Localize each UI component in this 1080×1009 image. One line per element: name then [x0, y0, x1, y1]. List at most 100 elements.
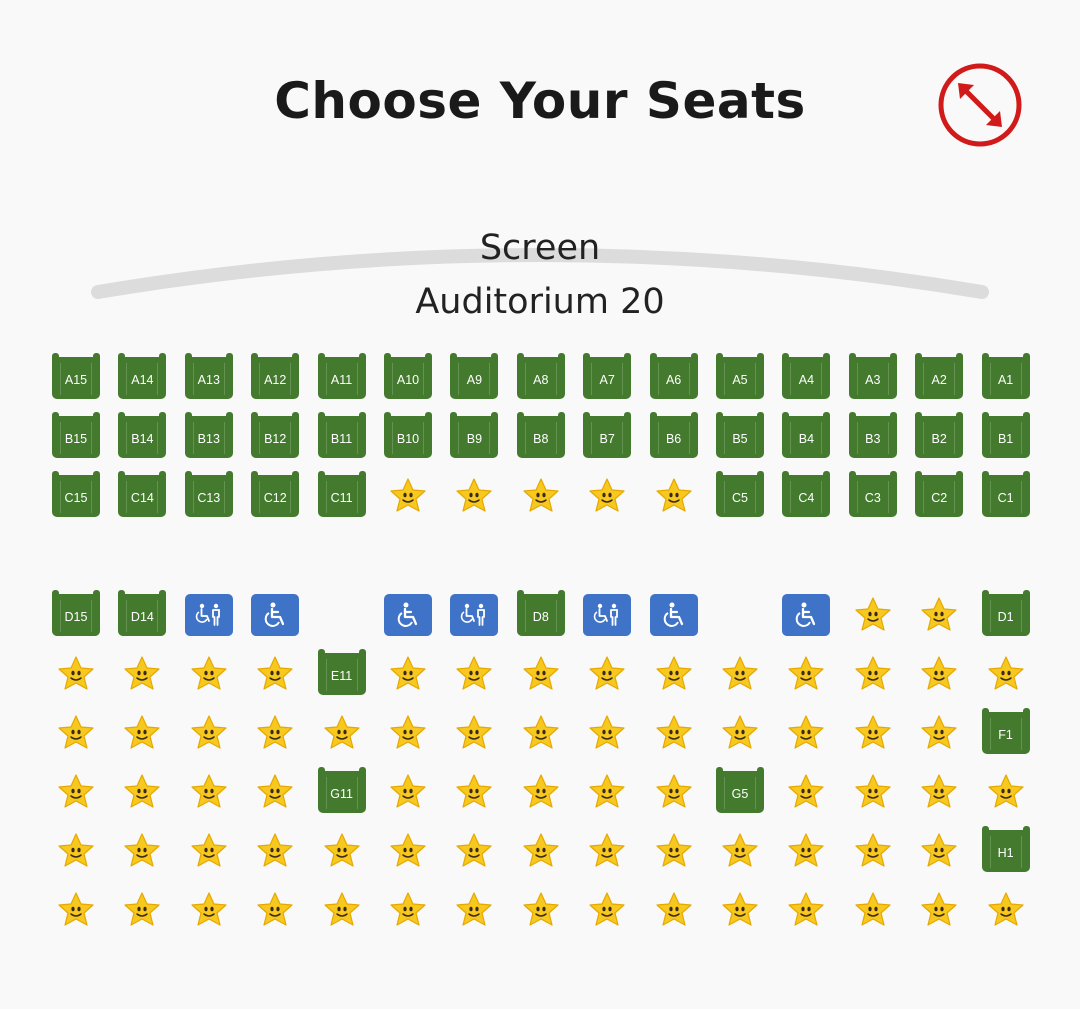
seat-available[interactable]: A1 [981, 353, 1030, 399]
star-face-icon [384, 830, 432, 872]
star-face-icon [118, 771, 166, 813]
companion-seat-icon[interactable] [583, 594, 632, 636]
seat-label: A12 [264, 373, 287, 387]
wheelchair-icon[interactable] [649, 594, 698, 636]
seat-label: D14 [130, 610, 154, 624]
seat-available[interactable]: B2 [915, 412, 964, 458]
star-face-icon [251, 712, 299, 754]
seat-available[interactable]: B6 [649, 412, 698, 458]
wheelchair-icon[interactable] [251, 594, 300, 636]
seat-available[interactable]: F1 [981, 708, 1030, 754]
seat-available[interactable]: C14 [118, 471, 167, 517]
seat-label: B8 [533, 432, 549, 446]
seat-available[interactable]: B3 [848, 412, 897, 458]
seat-available[interactable]: C15 [52, 471, 100, 517]
star-face-icon [583, 712, 631, 754]
seat-available[interactable]: C2 [915, 471, 964, 517]
star-face-icon [517, 653, 565, 695]
star-face-icon [118, 889, 166, 931]
star-face-icon [583, 830, 631, 872]
seat-available[interactable]: C12 [251, 471, 300, 517]
seat-available[interactable]: A4 [782, 353, 831, 399]
seat-available[interactable]: G11 [317, 767, 366, 813]
star-face-icon [384, 712, 432, 754]
star-face-icon [185, 653, 233, 695]
seat-available[interactable]: A12 [251, 353, 300, 399]
star-face-icon [185, 771, 233, 813]
wheelchair-icon[interactable] [782, 594, 831, 636]
seat-label: G5 [731, 787, 749, 801]
seat-available[interactable]: B13 [184, 412, 233, 458]
star-face-icon [650, 712, 698, 754]
seat-available[interactable]: B9 [450, 412, 499, 458]
star-face-icon [517, 830, 565, 872]
seat-available[interactable]: D8 [516, 590, 565, 636]
star-face-icon [517, 712, 565, 754]
seat-available[interactable]: A3 [848, 353, 897, 399]
seat-available[interactable]: A9 [450, 353, 499, 399]
seat-available[interactable]: A7 [583, 353, 632, 399]
seat-available[interactable]: A2 [915, 353, 964, 399]
seat-available[interactable]: B5 [716, 412, 764, 458]
seat-available[interactable]: A15 [52, 353, 100, 399]
star-face-icon [982, 653, 1030, 695]
star-face-icon [650, 830, 698, 872]
seat-available[interactable]: A10 [384, 353, 432, 399]
seat-available[interactable]: D14 [118, 590, 167, 636]
seat-available[interactable]: B11 [317, 412, 366, 458]
seat-available[interactable]: B15 [52, 412, 100, 458]
star-face-icon [915, 712, 963, 754]
star-face-icon [982, 771, 1030, 813]
seat-available[interactable]: B10 [384, 412, 432, 458]
seat-available[interactable]: A5 [716, 353, 764, 399]
star-face-icon [782, 889, 830, 931]
seat-available[interactable]: A13 [184, 353, 233, 399]
seat-label: B15 [64, 432, 88, 446]
seat-available[interactable]: A11 [317, 353, 366, 399]
seat-available[interactable]: G5 [716, 767, 764, 813]
star-face-icon [716, 653, 764, 695]
seat-available[interactable]: B8 [516, 412, 565, 458]
star-face-icon [849, 771, 897, 813]
seat-label: A10 [396, 373, 420, 387]
seat-label: A3 [865, 373, 881, 387]
star-face-icon [650, 475, 698, 517]
seat-available[interactable]: A8 [516, 353, 565, 399]
seat-available[interactable]: D15 [52, 590, 100, 636]
seat-label: A5 [732, 373, 748, 387]
wheelchair-icon[interactable] [384, 594, 432, 636]
seat-available[interactable]: B14 [118, 412, 167, 458]
seat-available[interactable]: C11 [317, 471, 366, 517]
seat-available[interactable]: B12 [251, 412, 300, 458]
seat-available[interactable]: C3 [848, 471, 897, 517]
star-face-icon [849, 594, 897, 636]
seat-available[interactable]: C5 [716, 471, 764, 517]
seat-label: D8 [532, 610, 549, 624]
seat-available[interactable]: C13 [184, 471, 233, 517]
seat-available[interactable]: A6 [649, 353, 698, 399]
star-face-icon [782, 830, 830, 872]
seat-available[interactable]: C1 [981, 471, 1030, 517]
seat-available[interactable]: B1 [981, 412, 1030, 458]
seat-label: C5 [732, 491, 748, 505]
star-face-icon [52, 771, 100, 813]
star-face-icon [583, 653, 631, 695]
seat-available[interactable]: D1 [981, 590, 1030, 636]
star-face-icon [650, 889, 698, 931]
seat-available[interactable]: H1 [981, 826, 1030, 872]
seat-label: C3 [864, 491, 881, 505]
star-face-icon [118, 712, 166, 754]
seat-available[interactable]: B4 [782, 412, 831, 458]
star-face-icon [782, 771, 830, 813]
seat-available[interactable]: B7 [583, 412, 632, 458]
companion-seat-icon[interactable] [184, 594, 233, 636]
companion-seat-icon[interactable] [450, 594, 499, 636]
seat-available[interactable]: A14 [118, 353, 167, 399]
star-face-icon [583, 771, 631, 813]
seat-available[interactable]: E11 [317, 649, 366, 695]
seat-available[interactable]: C4 [782, 471, 831, 517]
seat-label: C13 [197, 491, 221, 505]
star-face-icon [450, 712, 498, 754]
star-face-icon [982, 889, 1030, 931]
star-face-icon [251, 889, 299, 931]
